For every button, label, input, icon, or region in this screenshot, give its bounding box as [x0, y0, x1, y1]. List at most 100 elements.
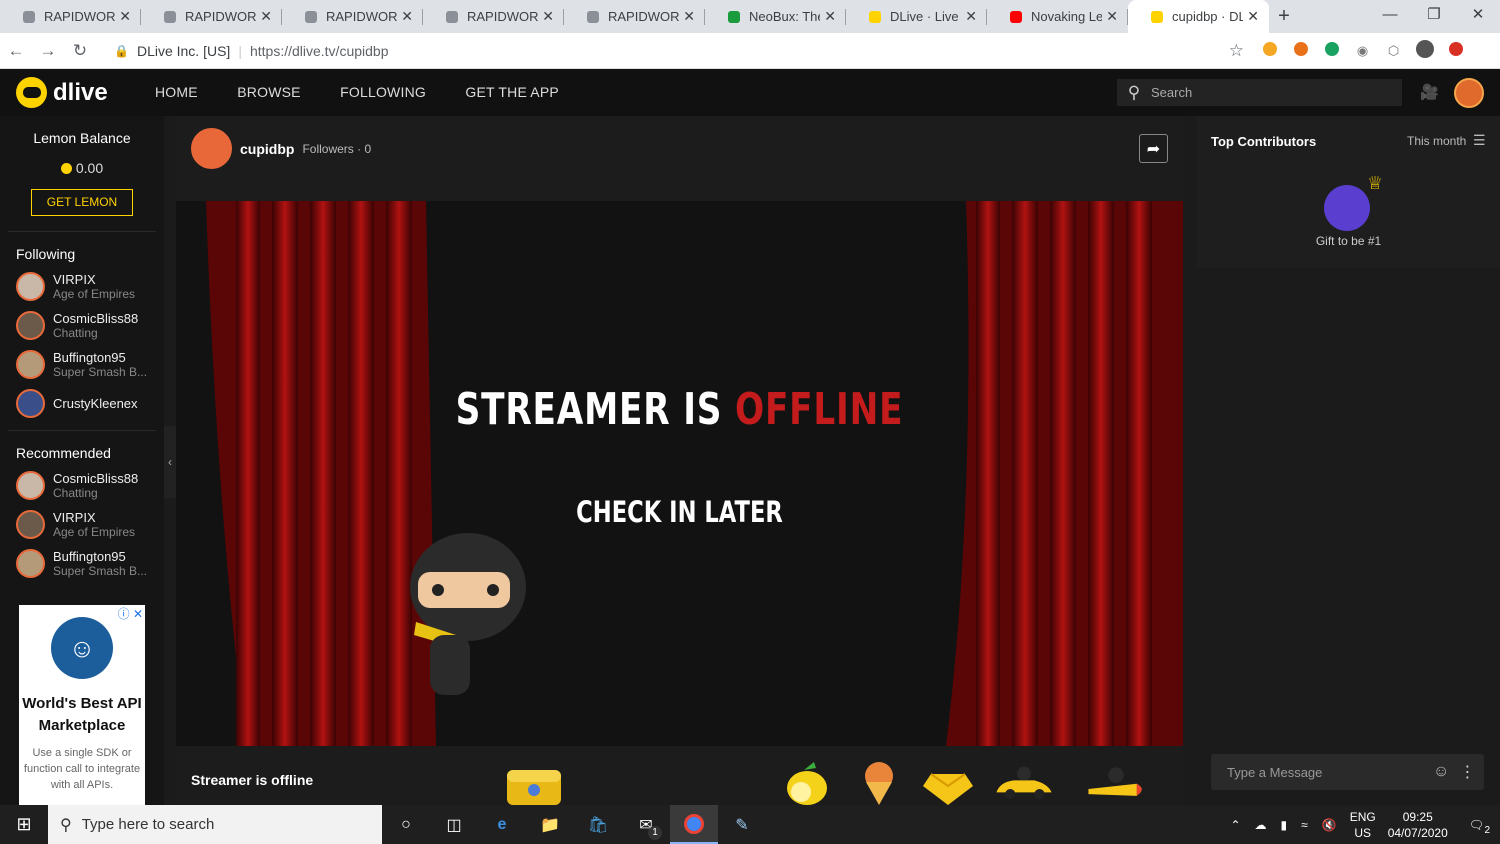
- diamond-gift-icon[interactable]: [917, 760, 979, 805]
- new-tab-button[interactable]: +: [1269, 0, 1299, 33]
- sidebar-channel-item[interactable]: VIRPIX Age of Empires: [16, 271, 164, 301]
- task-view-icon[interactable]: ◫: [430, 805, 478, 844]
- rapidworker-icon: [445, 10, 459, 24]
- close-tab-icon[interactable]: ✕: [1247, 8, 1259, 25]
- omnibox[interactable]: 🔒 DLive Inc. [US] | https://dlive.tv/cup…: [104, 36, 1254, 65]
- edge-icon[interactable]: e: [478, 805, 526, 844]
- browser-tab[interactable]: Novaking Leak✕: [987, 0, 1128, 33]
- tab-title: RAPIDWORKER: [185, 9, 257, 24]
- notes-app-icon[interactable]: ✎: [718, 805, 766, 844]
- profile-avatar-icon[interactable]: [1409, 40, 1440, 61]
- sidebar-channel-item[interactable]: Buffington95 Super Smash B...: [16, 349, 164, 379]
- taskbar-search[interactable]: ⚲ Type here to search: [48, 805, 382, 844]
- sidebar-channel-item[interactable]: CosmicBliss88 Chatting: [16, 470, 164, 500]
- sidebar-channel-item[interactable]: VIRPIX Age of Empires: [16, 509, 164, 539]
- lemon-gift-icon[interactable]: [776, 760, 838, 805]
- close-tab-icon[interactable]: ✕: [119, 8, 131, 25]
- camera-extension-icon[interactable]: ◉: [1347, 43, 1378, 59]
- browser-tab[interactable]: RAPIDWORKER✕: [0, 0, 141, 33]
- sidebar-ad[interactable]: ⓘ ✕ ☺ World's Best API Marketplace Use a…: [19, 605, 145, 805]
- bookmark-star-icon[interactable]: ☆: [1229, 41, 1244, 61]
- browser-tab[interactable]: DLive · Live ✕: [846, 0, 987, 33]
- clock[interactable]: 09:25 04/07/2020: [1388, 809, 1448, 841]
- green-extension-icon[interactable]: [1316, 42, 1347, 59]
- gift-placeholder-avatar[interactable]: [1324, 185, 1370, 231]
- sidebar-channel-item[interactable]: CrustyKleenex: [16, 388, 164, 418]
- windows-start-icon[interactable]: ⊞: [0, 814, 48, 835]
- mail-icon[interactable]: ✉ 1: [622, 805, 670, 844]
- forward-icon[interactable]: →: [32, 41, 64, 61]
- sidebar-channel-item[interactable]: Buffington95 Super Smash B...: [16, 548, 164, 578]
- red-extension-icon[interactable]: [1440, 42, 1471, 59]
- neobux-icon: [727, 10, 741, 24]
- notification-center-icon[interactable]: 🗨 2: [1469, 818, 1490, 836]
- cube-extension-icon[interactable]: ⬡: [1378, 43, 1409, 59]
- chrome-icon[interactable]: [670, 805, 718, 844]
- lightbulb-extension-icon[interactable]: [1254, 42, 1285, 59]
- collapse-sidebar-handle[interactable]: ‹: [164, 426, 176, 498]
- channel-name[interactable]: cupidbp: [240, 141, 294, 157]
- go-live-camera-icon[interactable]: 🎥: [1420, 83, 1439, 101]
- file-explorer-icon[interactable]: 📁: [526, 805, 574, 844]
- ad-close-icon[interactable]: ⓘ ✕: [118, 605, 143, 622]
- nav-get-the-app[interactable]: GET THE APP: [465, 84, 559, 100]
- key-extension-icon[interactable]: [1285, 42, 1316, 59]
- menu-icon[interactable]: ☰: [1473, 132, 1486, 149]
- close-tab-icon[interactable]: ✕: [683, 8, 695, 25]
- chevron-up-icon[interactable]: ⌃: [1230, 818, 1240, 832]
- get-lemon-button[interactable]: GET LEMON: [31, 189, 133, 216]
- close-tab-icon[interactable]: ✕: [824, 8, 836, 25]
- close-tab-icon[interactable]: ✕: [1106, 8, 1118, 25]
- chat-message-input[interactable]: [1211, 764, 1421, 780]
- wifi-icon[interactable]: ≈: [1301, 818, 1308, 832]
- ice-cream-gift-icon[interactable]: [848, 760, 910, 805]
- channel-avatar[interactable]: [191, 128, 232, 169]
- search-box[interactable]: ⚲ Search: [1117, 79, 1402, 106]
- battery-icon[interactable]: ▮: [1281, 818, 1288, 832]
- store-icon[interactable]: 🛍: [574, 805, 622, 844]
- browser-tab[interactable]: RAPIDWORKER✕: [423, 0, 564, 33]
- close-tab-icon[interactable]: ✕: [260, 8, 272, 25]
- lock-icon[interactable]: 🔒: [114, 44, 129, 58]
- following-title: Following: [16, 246, 76, 262]
- right-panel: Top Contributors This month ☰ ♕ Gift to …: [1197, 116, 1500, 805]
- volume-muted-icon[interactable]: 🔇: [1322, 818, 1337, 832]
- channel-avatar: [16, 509, 45, 539]
- language-indicator[interactable]: ENG US: [1350, 809, 1376, 841]
- channel-avatar: [16, 271, 45, 301]
- url-text[interactable]: https://dlive.tv/cupidbp: [250, 43, 389, 59]
- sports-car-gift-icon[interactable]: [993, 760, 1055, 805]
- browser-tab[interactable]: cupidbp · DLive✕: [1128, 0, 1269, 33]
- close-tab-icon[interactable]: ✕: [965, 8, 977, 25]
- close-tab-icon[interactable]: ✕: [401, 8, 413, 25]
- onedrive-cloud-icon[interactable]: ☁: [1255, 818, 1267, 832]
- reload-icon[interactable]: ↻: [64, 41, 96, 61]
- nav-browse[interactable]: BROWSE: [237, 84, 300, 100]
- share-arrow-icon: ➦: [1146, 140, 1161, 158]
- minimize-icon[interactable]: —: [1368, 0, 1412, 33]
- channel-avatar: [16, 310, 45, 340]
- dlive-logo[interactable]: dlive: [16, 77, 140, 108]
- chat-more-icon[interactable]: ⋮: [1459, 762, 1475, 782]
- share-button[interactable]: ➦: [1139, 134, 1168, 163]
- browser-tab[interactable]: RAPIDWORKER✕: [564, 0, 705, 33]
- browser-tab[interactable]: RAPIDWORKER✕: [282, 0, 423, 33]
- sidebar-channel-item[interactable]: CosmicBliss88 Chatting: [16, 310, 164, 340]
- cortana-icon[interactable]: ○: [382, 805, 430, 844]
- contributors-period[interactable]: This month: [1407, 134, 1466, 148]
- browser-tab[interactable]: RAPIDWORKER✕: [141, 0, 282, 33]
- nav-following[interactable]: FOLLOWING: [340, 84, 426, 100]
- rocket-ninja-gift-icon[interactable]: [1085, 760, 1147, 805]
- followers-count: Followers · 0: [302, 141, 372, 156]
- close-tab-icon[interactable]: ✕: [542, 8, 554, 25]
- maximize-icon[interactable]: ❐: [1412, 0, 1456, 33]
- close-window-icon[interactable]: ✕: [1456, 0, 1500, 33]
- treasure-chest-gift-icon[interactable]: [503, 760, 565, 805]
- browser-tab[interactable]: NeoBux: The In ✕: [705, 0, 846, 33]
- back-icon[interactable]: ←: [0, 41, 32, 61]
- left-curtain: [206, 201, 436, 746]
- recommended-title: Recommended: [16, 445, 111, 461]
- nav-home[interactable]: HOME: [155, 84, 198, 100]
- emoji-icon[interactable]: ☺: [1433, 763, 1449, 781]
- user-avatar[interactable]: [1454, 78, 1484, 108]
